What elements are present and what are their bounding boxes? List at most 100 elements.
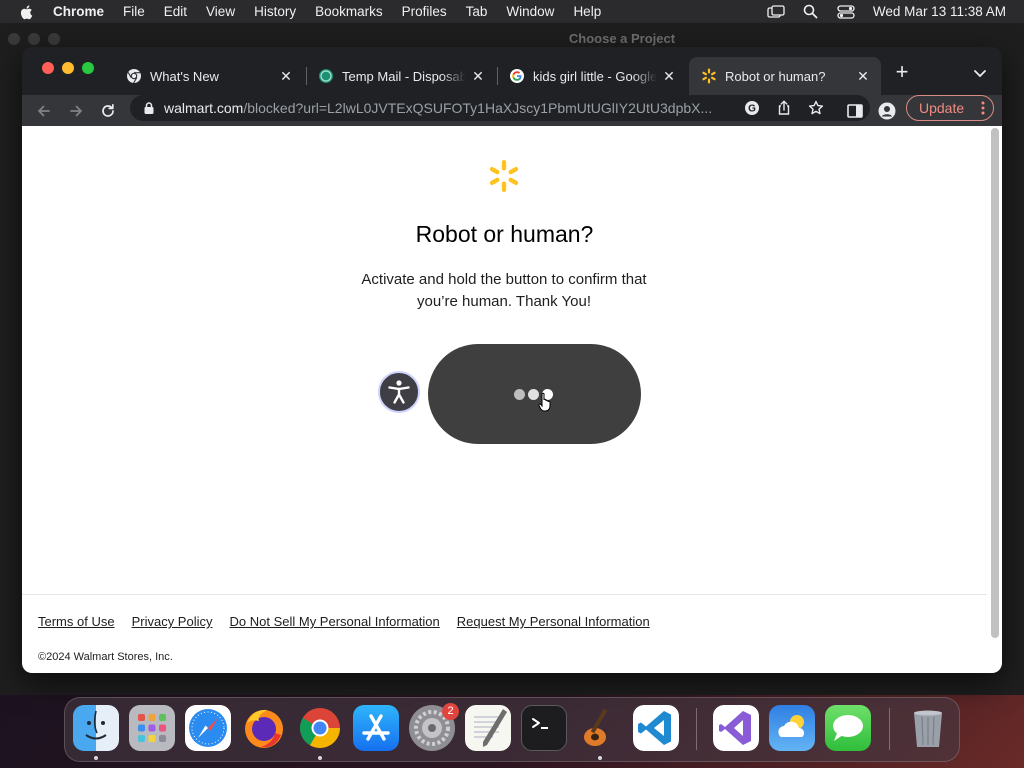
macos-dock: 2 [64, 697, 960, 762]
apple-menu-icon[interactable] [18, 3, 36, 21]
chrome-icon[interactable] [297, 705, 343, 751]
tab-whats-new[interactable]: What's New ✕ [114, 57, 304, 95]
running-indicator [318, 756, 322, 760]
running-indicator [598, 756, 602, 760]
close-tab-icon[interactable]: ✕ [855, 68, 871, 84]
running-indicator [94, 756, 98, 760]
forward-button[interactable] [64, 99, 88, 123]
tab-temp-mail[interactable]: Temp Mail - Disposable ✕ [306, 57, 496, 95]
forward-arrow-icon [70, 105, 82, 117]
dock-separator [889, 708, 890, 750]
zoom-window-button[interactable] [82, 62, 94, 74]
footer-divider [22, 594, 987, 595]
tab-label: Temp Mail - Disposable [342, 68, 466, 84]
request-personal-info-link[interactable]: Request My Personal Information [457, 614, 650, 629]
close-tab-icon[interactable]: ✕ [278, 68, 294, 84]
scrollbar-thumb[interactable] [991, 128, 999, 638]
vscode-icon[interactable] [633, 705, 679, 751]
menu-view[interactable]: View [206, 4, 235, 19]
tab-label: What's New [150, 68, 219, 84]
profile-avatar-icon[interactable] [878, 102, 896, 120]
accessibility-person-icon [388, 380, 410, 404]
press-and-hold-button[interactable] [428, 344, 641, 444]
instructions-text: Activate and hold the button to confirm … [361, 271, 647, 310]
screen-mirroring-icon[interactable] [767, 4, 785, 20]
safari-icon[interactable] [185, 705, 231, 751]
close-tab-icon[interactable]: ✕ [470, 68, 486, 84]
bookmark-star-icon[interactable] [808, 100, 824, 116]
background-window-title: Choose a Project [568, 31, 676, 46]
url-host: walmart.com [164, 100, 244, 116]
back-arrow-icon [38, 105, 50, 117]
privacy-policy-link[interactable]: Privacy Policy [132, 614, 213, 629]
textedit-icon[interactable] [465, 705, 511, 751]
more-options-icon[interactable] [981, 101, 985, 115]
minimize-window-button[interactable] [62, 62, 74, 74]
chrome-icon [127, 69, 141, 84]
page-scrollbar[interactable] [989, 128, 999, 638]
window-controls [42, 62, 94, 74]
share-icon[interactable] [776, 100, 792, 116]
accessibility-challenge-button[interactable] [378, 371, 420, 413]
finder-icon[interactable] [73, 705, 119, 751]
tab-robot-or-human[interactable]: Robot or human? ✕ [689, 57, 881, 95]
messages-icon[interactable] [825, 705, 871, 751]
side-panel-icon[interactable] [846, 102, 864, 120]
new-tab-button[interactable]: + [890, 61, 914, 85]
google-lens-icon[interactable]: G [744, 100, 760, 116]
do-not-sell-link[interactable]: Do Not Sell My Personal Information [230, 614, 440, 629]
visual-studio-icon[interactable] [713, 705, 759, 751]
menu-bar-clock[interactable]: Wed Mar 13 11:38 AM [873, 4, 1006, 19]
tab-label: Robot or human? [725, 68, 826, 84]
svg-text:G: G [748, 104, 756, 115]
walmart-spark-logo [489, 160, 519, 192]
browser-window: What's New ✕ Temp Mail - Disposable ✕ ki… [22, 47, 1002, 673]
garageband-icon[interactable] [577, 705, 623, 751]
app-store-icon[interactable] [353, 705, 399, 751]
control-center-icon[interactable] [837, 4, 855, 20]
walmart-spark-icon [702, 68, 716, 84]
web-page: Robot or human? Activate and hold the bu… [22, 126, 1002, 673]
menu-edit[interactable]: Edit [164, 4, 187, 19]
macos-menu-bar: Chrome File Edit View History Bookmarks … [0, 0, 1024, 23]
spotlight-search-icon[interactable] [802, 4, 820, 20]
menu-file[interactable]: File [123, 4, 145, 19]
weather-icon[interactable] [769, 705, 815, 751]
menu-bookmarks[interactable]: Bookmarks [315, 4, 383, 19]
close-window-button[interactable] [42, 62, 54, 74]
tab-strip: What's New ✕ Temp Mail - Disposable ✕ ki… [22, 47, 1002, 95]
menu-profiles[interactable]: Profiles [402, 4, 447, 19]
tab-label: kids girl little - Google [533, 68, 657, 84]
loading-dot [514, 389, 525, 400]
terms-of-use-link[interactable]: Terms of Use [38, 614, 115, 629]
chrome-update-button[interactable]: Update [906, 95, 994, 121]
url-path: /blocked?url=L2lwL0JVTExQSUFOTy1HaXJscy1… [243, 100, 713, 116]
reload-button[interactable] [96, 99, 120, 123]
close-tab-icon[interactable]: ✕ [661, 68, 677, 84]
status-area: Wed Mar 13 11:38 AM [750, 0, 1006, 23]
browser-toolbar: walmart.com/blocked?url=L2lwL0JVTExQSUFO… [22, 95, 1002, 126]
terminal-icon[interactable] [521, 705, 567, 751]
back-button[interactable] [32, 99, 56, 123]
menu-help[interactable]: Help [573, 4, 601, 19]
tab-google-search[interactable]: kids girl little - Google ✕ [497, 57, 687, 95]
temp-mail-icon [319, 69, 333, 83]
reload-icon [102, 103, 114, 117]
address-bar[interactable]: walmart.com/blocked?url=L2lwL0JVTExQSUFO… [130, 95, 870, 121]
menu-history[interactable]: History [254, 4, 296, 19]
google-icon [510, 69, 524, 83]
firefox-icon[interactable] [241, 705, 287, 751]
url-text[interactable]: walmart.com/blocked?url=L2lwL0JVTExQSUFO… [164, 100, 734, 116]
menu-app-name[interactable]: Chrome [53, 4, 104, 19]
menu-window[interactable]: Window [506, 4, 554, 19]
dock-separator [696, 708, 697, 750]
lock-icon[interactable] [142, 101, 156, 115]
trash-icon[interactable] [905, 705, 951, 751]
page-title: Robot or human? [415, 221, 594, 247]
tab-search-chevron-icon[interactable] [970, 63, 990, 83]
update-label: Update [919, 100, 965, 116]
launchpad-icon[interactable] [129, 705, 175, 751]
menu-tab[interactable]: Tab [466, 4, 488, 19]
hand-pointer-cursor-icon [538, 392, 551, 412]
copyright-text: ©2024 Walmart Stores, Inc. [38, 651, 173, 663]
